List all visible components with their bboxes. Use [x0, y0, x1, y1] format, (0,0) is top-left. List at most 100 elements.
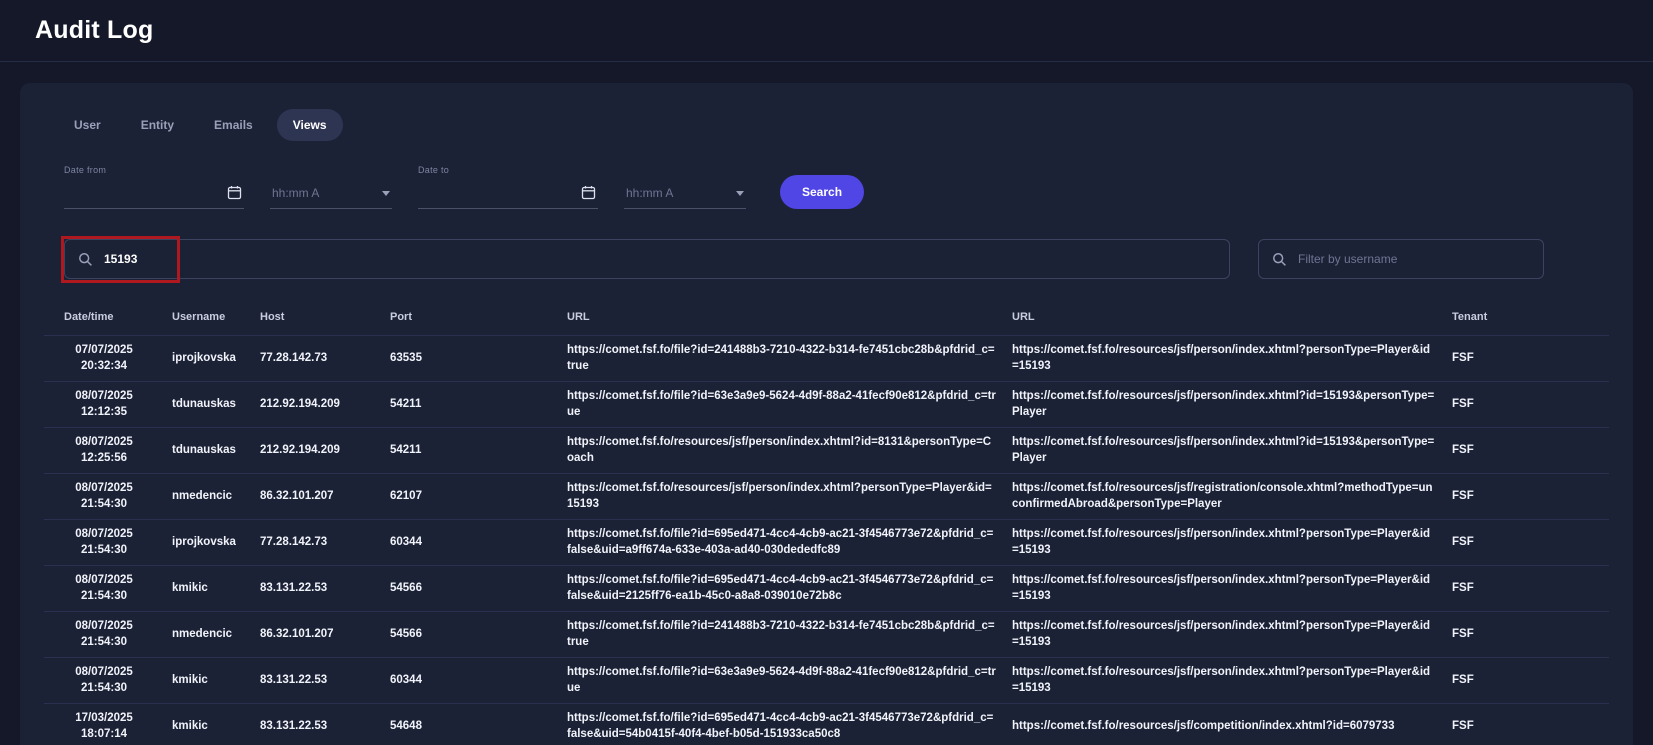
- cell-tenant: FSF: [1444, 566, 1609, 612]
- cell-url: https://comet.fsf.fo/file?id=695ed471-4c…: [559, 704, 1004, 745]
- cell-datetime: 08/07/202512:25:56: [44, 428, 164, 474]
- tab-emails[interactable]: Emails: [198, 109, 269, 141]
- top-header: Audit Log: [0, 0, 1653, 62]
- audit-log-panel: UserEntityEmailsViews Date from hh:mm A …: [20, 83, 1633, 745]
- cell-username: tdunauskas: [164, 428, 252, 474]
- time-from-placeholder: hh:mm A: [272, 186, 319, 200]
- cell-tenant: FSF: [1444, 520, 1609, 566]
- cell-host: 77.28.142.73: [252, 336, 382, 382]
- search-input[interactable]: 15193: [64, 239, 1230, 279]
- cell-datetime: 07/07/202520:32:34: [44, 336, 164, 382]
- date-from-label: Date from: [64, 165, 106, 175]
- time-from-field[interactable]: hh:mm A: [270, 180, 392, 209]
- tab-user[interactable]: User: [58, 109, 117, 141]
- chevron-down-icon: [382, 191, 390, 196]
- cell-datetime: 08/07/202521:54:30: [44, 520, 164, 566]
- cell-tenant: FSF: [1444, 336, 1609, 382]
- cell-username: kmikic: [164, 704, 252, 745]
- table-row: 08/07/202512:25:56tdunauskas212.92.194.2…: [44, 428, 1609, 474]
- tab-views[interactable]: Views: [277, 109, 343, 141]
- column-header: Username: [164, 299, 252, 336]
- cell-url: https://comet.fsf.fo/resources/jsf/perso…: [1004, 658, 1444, 704]
- cell-url: https://comet.fsf.fo/resources/jsf/perso…: [1004, 520, 1444, 566]
- search-input-value: 15193: [104, 252, 137, 266]
- search-button[interactable]: Search: [780, 175, 864, 209]
- time-to-placeholder: hh:mm A: [626, 186, 673, 200]
- cell-url: https://comet.fsf.fo/resources/jsf/perso…: [559, 474, 1004, 520]
- table-row: 08/07/202521:54:30kmikic83.131.22.536034…: [44, 658, 1609, 704]
- cell-username: kmikic: [164, 566, 252, 612]
- cell-url: https://comet.fsf.fo/resources/jsf/compe…: [1004, 704, 1444, 745]
- table-row: 08/07/202521:54:30iprojkovska77.28.142.7…: [44, 520, 1609, 566]
- date-to-label: Date to: [418, 165, 449, 175]
- cell-url: https://comet.fsf.fo/resources/jsf/perso…: [1004, 566, 1444, 612]
- search-icon: [78, 252, 93, 267]
- cell-port: 60344: [382, 658, 559, 704]
- cell-url: https://comet.fsf.fo/resources/jsf/perso…: [559, 428, 1004, 474]
- cell-port: 62107: [382, 474, 559, 520]
- tabs: UserEntityEmailsViews: [44, 109, 1609, 141]
- chevron-down-icon: [736, 191, 744, 196]
- column-header: URL: [559, 299, 1004, 336]
- cell-url: https://comet.fsf.fo/file?id=241488b3-72…: [559, 612, 1004, 658]
- cell-host: 83.131.22.53: [252, 704, 382, 745]
- cell-username: iprojkovska: [164, 336, 252, 382]
- cell-datetime: 08/07/202521:54:30: [44, 658, 164, 704]
- time-to-field[interactable]: hh:mm A: [624, 180, 746, 209]
- date-from-field[interactable]: Date from: [64, 179, 244, 209]
- cell-tenant: FSF: [1444, 704, 1609, 745]
- cell-url: https://comet.fsf.fo/resources/jsf/perso…: [1004, 428, 1444, 474]
- cell-username: iprojkovska: [164, 520, 252, 566]
- page-title: Audit Log: [35, 16, 153, 45]
- cell-datetime: 08/07/202521:54:30: [44, 612, 164, 658]
- cell-datetime: 17/03/202518:07:14: [44, 704, 164, 745]
- calendar-icon[interactable]: [227, 185, 242, 200]
- cell-port: 63535: [382, 336, 559, 382]
- cell-port: 54648: [382, 704, 559, 745]
- date-to-field[interactable]: Date to: [418, 179, 598, 209]
- cell-datetime: 08/07/202521:54:30: [44, 566, 164, 612]
- column-header: Tenant: [1444, 299, 1609, 336]
- table-row: 08/07/202521:54:30nmedencic86.32.101.207…: [44, 474, 1609, 520]
- cell-username: nmedencic: [164, 612, 252, 658]
- column-header: Port: [382, 299, 559, 336]
- cell-port: 54211: [382, 428, 559, 474]
- cell-url: https://comet.fsf.fo/file?id=63e3a9e9-56…: [559, 658, 1004, 704]
- username-filter-input[interactable]: Filter by username: [1258, 239, 1544, 279]
- calendar-icon[interactable]: [581, 185, 596, 200]
- table-row: 08/07/202521:54:30kmikic83.131.22.535456…: [44, 566, 1609, 612]
- cell-port: 54566: [382, 612, 559, 658]
- table-header-row: Date/timeUsernameHostPortURLURLTenant: [44, 299, 1609, 336]
- cell-datetime: 08/07/202521:54:30: [44, 474, 164, 520]
- cell-tenant: FSF: [1444, 428, 1609, 474]
- cell-host: 83.131.22.53: [252, 658, 382, 704]
- table-row: 08/07/202512:12:35tdunauskas212.92.194.2…: [44, 382, 1609, 428]
- table-row: 07/07/202520:32:34iprojkovska77.28.142.7…: [44, 336, 1609, 382]
- filters-row: Date from hh:mm A Date to: [64, 175, 1609, 209]
- cell-datetime: 08/07/202512:12:35: [44, 382, 164, 428]
- cell-host: 212.92.194.209: [252, 428, 382, 474]
- cell-url: https://comet.fsf.fo/resources/jsf/perso…: [1004, 382, 1444, 428]
- cell-tenant: FSF: [1444, 474, 1609, 520]
- cell-tenant: FSF: [1444, 658, 1609, 704]
- cell-username: kmikic: [164, 658, 252, 704]
- cell-username: tdunauskas: [164, 382, 252, 428]
- search-icon: [1272, 252, 1287, 267]
- cell-host: 212.92.194.209: [252, 382, 382, 428]
- cell-tenant: FSF: [1444, 612, 1609, 658]
- cell-url: https://comet.fsf.fo/file?id=63e3a9e9-56…: [559, 382, 1004, 428]
- cell-host: 86.32.101.207: [252, 612, 382, 658]
- cell-host: 86.32.101.207: [252, 474, 382, 520]
- cell-host: 77.28.142.73: [252, 520, 382, 566]
- search-row: 15193 Filter by username: [64, 239, 1609, 279]
- username-filter-placeholder: Filter by username: [1298, 252, 1397, 266]
- table-body: 07/07/202520:32:34iprojkovska77.28.142.7…: [44, 336, 1609, 745]
- cell-url: https://comet.fsf.fo/file?id=241488b3-72…: [559, 336, 1004, 382]
- cell-port: 60344: [382, 520, 559, 566]
- cell-url: https://comet.fsf.fo/resources/jsf/perso…: [1004, 612, 1444, 658]
- tab-entity[interactable]: Entity: [125, 109, 190, 141]
- cell-tenant: FSF: [1444, 382, 1609, 428]
- cell-host: 83.131.22.53: [252, 566, 382, 612]
- column-header: URL: [1004, 299, 1444, 336]
- table-row: 08/07/202521:54:30nmedencic86.32.101.207…: [44, 612, 1609, 658]
